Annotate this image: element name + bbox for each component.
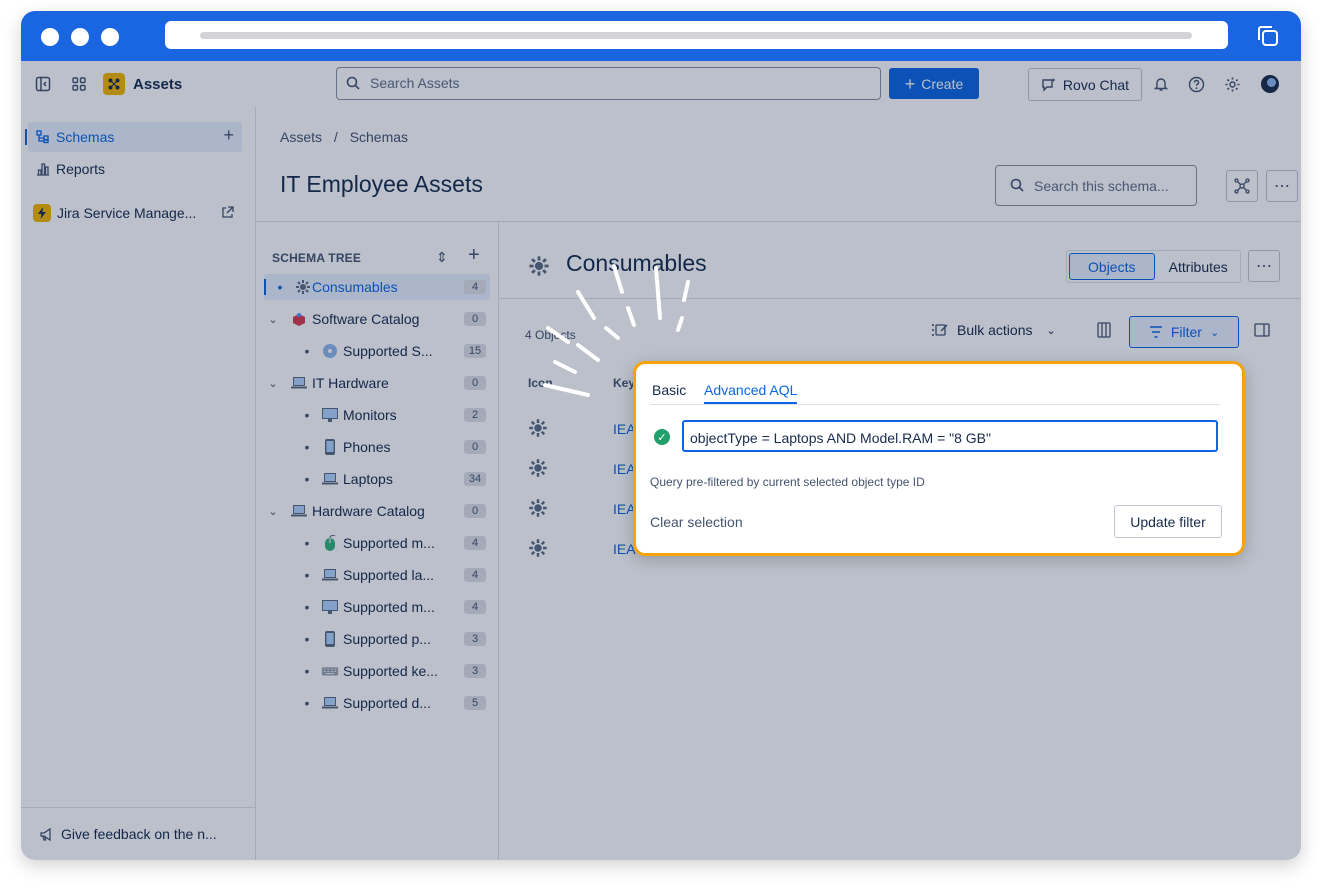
aql-query-input[interactable]: objectType = Laptops AND Model.RAM = "8 … xyxy=(682,420,1218,452)
window-minimize-dot[interactable] xyxy=(71,28,89,46)
tab-advanced-aql[interactable]: Advanced AQL xyxy=(704,382,798,404)
address-placeholder-line xyxy=(200,32,1192,39)
tab-basic[interactable]: Basic xyxy=(652,382,686,398)
query-hint: Query pre-filtered by current selected o… xyxy=(650,475,925,489)
filter-tabs: Basic Advanced AQL xyxy=(650,378,1220,405)
valid-check-icon: ✓ xyxy=(654,429,670,445)
clear-selection-button[interactable]: Clear selection xyxy=(650,514,743,530)
filter-popup: Basic Advanced AQL ✓ objectType = Laptop… xyxy=(633,361,1245,556)
browser-chrome xyxy=(21,11,1301,61)
window-close-dot[interactable] xyxy=(41,28,59,46)
copy-tabs-icon[interactable] xyxy=(1255,23,1281,49)
update-filter-button[interactable]: Update filter xyxy=(1114,505,1222,538)
window-maximize-dot[interactable] xyxy=(101,28,119,46)
address-bar[interactable] xyxy=(165,21,1228,49)
